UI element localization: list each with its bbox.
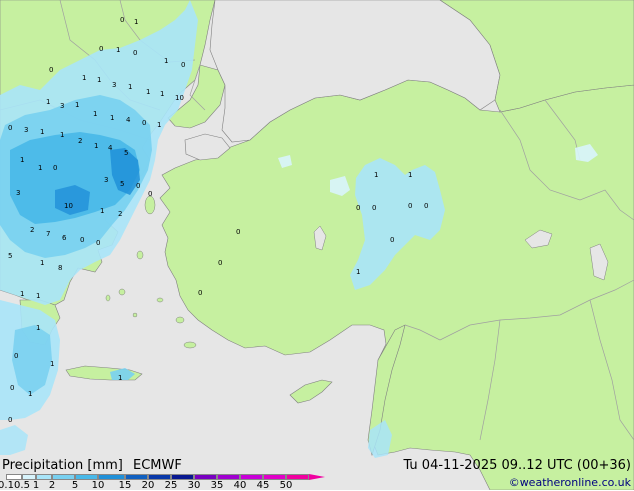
- precip-label: 0: [236, 228, 240, 236]
- precip-label: 1: [20, 290, 24, 298]
- legend-tick-label: 20: [141, 480, 155, 491]
- legend-tick-label: 50: [279, 480, 293, 491]
- precip-label: 1: [46, 98, 50, 106]
- precip-label: 8: [58, 264, 62, 272]
- precip-label: 1: [40, 128, 44, 136]
- legend-arrow-tip: [309, 474, 325, 480]
- precip-label: 0: [8, 124, 12, 132]
- precip-label: 0: [218, 259, 222, 267]
- legend-tick-label: 0.1: [0, 480, 14, 491]
- legend-tick-label: 0.5: [14, 480, 30, 491]
- precip-label: 0: [356, 204, 360, 212]
- precip-label: 1: [38, 164, 42, 172]
- precip-label: 0: [99, 45, 103, 53]
- precip-label: 3: [16, 189, 20, 197]
- precip-label: 1: [128, 83, 132, 91]
- precip-label: 2: [30, 226, 34, 234]
- precip-label: 1: [134, 18, 138, 26]
- precip-label: 0: [133, 49, 137, 57]
- legend-tick-label: 5: [71, 480, 79, 491]
- precip-label: 3: [104, 176, 108, 184]
- legend-tick-label: 10: [91, 480, 105, 491]
- precip-label: 1: [116, 46, 120, 54]
- precip-label: 1: [97, 76, 101, 84]
- map-title-variable: Precipitation [mm]: [2, 458, 123, 473]
- map-valid-time: Tu 04-11-2025 09..12 UTC (00+36): [403, 458, 631, 473]
- legend-tick-label: 25: [164, 480, 178, 491]
- legend-tick-label: 1: [32, 480, 40, 491]
- credit-text: ©weatheronline.co.uk: [508, 476, 631, 489]
- precip-label: 3: [112, 81, 116, 89]
- precip-label: 1: [60, 131, 64, 139]
- precip-label: 0: [181, 61, 185, 69]
- legend-tick-label: 30: [187, 480, 201, 491]
- precip-label: 5: [124, 149, 128, 157]
- precip-label: 1: [36, 292, 40, 300]
- precip-label: 0: [96, 239, 100, 247]
- precip-label: 1: [157, 121, 161, 129]
- precip-label: 3: [60, 102, 64, 110]
- precip-label: 1: [20, 156, 24, 164]
- precip-label: 0: [49, 66, 53, 74]
- precip-label: 0: [14, 352, 18, 360]
- precip-label: 1: [75, 101, 79, 109]
- precip-label: 1: [50, 360, 54, 368]
- precip-label: 6: [62, 234, 67, 242]
- precip-label: 1: [93, 110, 97, 118]
- precip-label: 0: [390, 236, 394, 244]
- precip-label: 10: [175, 94, 184, 102]
- precip-label: 1: [110, 114, 114, 122]
- precip-label: 2: [78, 137, 82, 145]
- map-title: Precipitation [mm] ECMWF: [2, 458, 182, 473]
- precip-label: 1: [160, 90, 164, 98]
- precip-label: 5: [120, 180, 124, 188]
- precipitation-map: 0 1 0 1 0 1 0 1 1 3 1 1 1 0 10 1 3 1 0 3…: [0, 0, 634, 490]
- precip-label: 0: [8, 416, 12, 424]
- legend-tick-label: 35: [210, 480, 224, 491]
- precip-label: 0: [80, 236, 84, 244]
- precip-label: 5: [8, 252, 12, 260]
- precip-label: 1: [146, 88, 150, 96]
- precip-label: 10: [64, 202, 73, 210]
- precip-label: 0: [10, 384, 14, 392]
- precip-label: 4: [126, 116, 131, 124]
- precip-label: 1: [82, 74, 86, 82]
- precip-label: 0: [424, 202, 428, 210]
- precip-label: 1: [408, 171, 412, 179]
- precip-label: 3: [24, 126, 28, 134]
- precip-label: 1: [100, 207, 104, 215]
- precip-label: 7: [46, 230, 50, 238]
- precip-label: 0: [136, 182, 140, 190]
- precip-label: 1: [374, 171, 378, 179]
- precip-label: 1: [118, 374, 122, 382]
- precip-label: 1: [28, 390, 32, 398]
- precip-label: 2: [118, 210, 122, 218]
- precip-label: 0: [53, 164, 57, 172]
- legend-tick-label: 15: [118, 480, 132, 491]
- precip-label: 0: [372, 204, 376, 212]
- precip-label: 0: [120, 16, 124, 24]
- legend-tick-label: 45: [256, 480, 270, 491]
- precip-label: 1: [94, 142, 98, 150]
- precip-label: 4: [108, 144, 113, 152]
- precip-label: 1: [164, 57, 168, 65]
- precip-label: 0: [198, 289, 202, 297]
- precip-label: 0: [142, 119, 146, 127]
- precip-label: 1: [40, 259, 44, 267]
- precip-label: 0: [408, 202, 412, 210]
- precip-label: 1: [356, 268, 360, 276]
- legend-tick-label: 2: [48, 480, 56, 491]
- precip-label: 0: [148, 190, 152, 198]
- map-title-model: ECMWF: [133, 458, 182, 473]
- precip-label: 1: [36, 324, 40, 332]
- legend-tick-label: 40: [233, 480, 247, 491]
